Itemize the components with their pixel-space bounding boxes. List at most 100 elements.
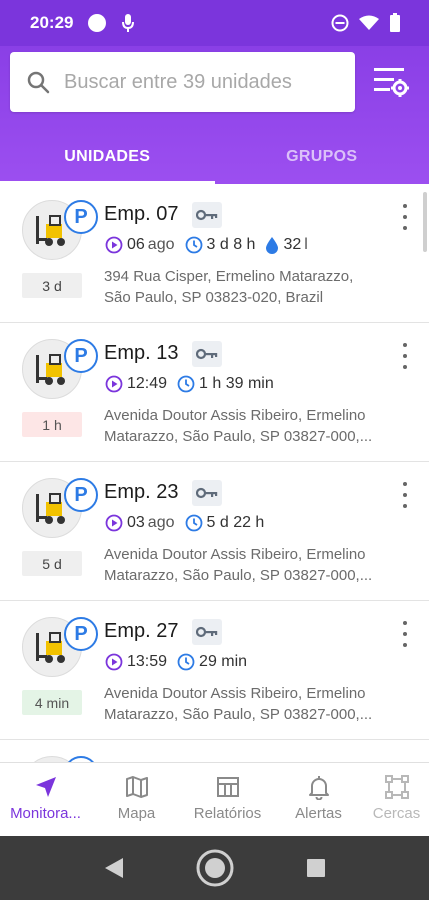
- unit-stats: 03 ago 5 d 22 h: [105, 514, 274, 532]
- clock-icon: [177, 375, 195, 393]
- duration-badge: 1 h: [22, 412, 82, 437]
- parking-badge: P: [64, 478, 98, 512]
- unit-stats: 12:49 1 h 39 min: [105, 375, 284, 393]
- duration-badge: 4 min: [22, 690, 82, 715]
- unit-name: Emp. 23: [104, 481, 179, 503]
- status-time: 20:29: [30, 13, 74, 32]
- search-input[interactable]: [64, 70, 354, 94]
- parking-badge: P: [64, 339, 98, 373]
- unit-card[interactable]: P 4 min Emp. 27 13:59 29 min Avenida Dou…: [0, 601, 429, 740]
- ignition-key-icon: [192, 480, 222, 506]
- state-duration: 5 d 22 h: [206, 514, 265, 531]
- more-options-button[interactable]: [399, 482, 411, 508]
- ignition-key-icon: [192, 202, 222, 228]
- address-line: 394 Rua Cisper, Ermelino Matarazzo,: [104, 268, 354, 285]
- search-icon: [27, 71, 50, 94]
- bottom-navigation: Monitora... Mapa Relatórios Alertas Cerc…: [0, 762, 429, 836]
- address-line: Matarazzo, São Paulo, SP 03827-000,...: [104, 428, 373, 445]
- clock-icon: [177, 653, 195, 671]
- duration-badge: 5 d: [22, 551, 82, 576]
- home-icon[interactable]: [195, 848, 235, 888]
- unit-name: Emp. 13: [104, 342, 179, 364]
- map-icon: [125, 776, 148, 798]
- unit-address: 394 Rua Cisper, Ermelino Matarazzo, São …: [104, 266, 412, 308]
- unit-address: Avenida Doutor Assis Ribeiro, Ermelino M…: [104, 405, 412, 447]
- nav-label: Monitora...: [10, 805, 81, 822]
- duration-badge: 3 d: [22, 273, 82, 298]
- nav-reports[interactable]: Relatórios: [182, 763, 273, 836]
- last-message-suffix: ago: [147, 514, 175, 531]
- bell-icon: [308, 776, 329, 800]
- recents-icon[interactable]: [305, 857, 327, 879]
- do-not-disturb-icon: [331, 14, 349, 32]
- address-line: Avenida Doutor Assis Ribeiro, Ermelino: [104, 407, 366, 424]
- list-settings-icon: [374, 68, 409, 97]
- notification-circle-icon: [88, 14, 107, 32]
- fuel-level: 32: [283, 236, 302, 253]
- unit-name: Emp. 07: [104, 203, 179, 225]
- nav-label: Mapa: [117, 805, 156, 822]
- last-message-suffix: ago: [147, 236, 175, 253]
- unit-address: Avenida Doutor Assis Ribeiro, Ermelino M…: [104, 683, 412, 725]
- battery-icon: [390, 13, 400, 32]
- state-duration: 29 min: [199, 653, 248, 670]
- nav-map[interactable]: Mapa: [91, 763, 182, 836]
- parking-badge: P: [64, 617, 98, 651]
- play-circle-icon: [105, 236, 123, 254]
- tab-grupos[interactable]: GRUPOS: [215, 130, 429, 184]
- unit-name: Emp. 27: [104, 620, 179, 642]
- play-circle-icon: [105, 653, 123, 671]
- more-options-button[interactable]: [399, 343, 411, 369]
- back-icon[interactable]: [103, 856, 125, 880]
- nav-alerts[interactable]: Alertas: [273, 763, 364, 836]
- nav-geofences[interactable]: Cercas: [364, 763, 429, 836]
- geofence-icon: [384, 775, 409, 799]
- ignition-key-icon: [192, 341, 222, 367]
- microphone-icon: [122, 14, 135, 32]
- fuel-drop-icon: [266, 237, 279, 254]
- status-bar: 20:29: [0, 0, 429, 46]
- ignition-key-icon: [192, 619, 222, 645]
- address-line: Matarazzo, São Paulo, SP 03827-000,...: [104, 567, 373, 584]
- nav-label: Relatórios: [193, 805, 262, 822]
- wifi-icon: [359, 15, 379, 30]
- last-message-time: 06: [127, 236, 145, 253]
- fuel-unit: l: [304, 236, 308, 253]
- more-options-button[interactable]: [399, 204, 411, 230]
- unit-card[interactable]: [0, 740, 429, 762]
- last-message-time: 13:59: [127, 653, 168, 670]
- unit-stats: 06 ago 3 d 8 h 32 l: [105, 236, 318, 254]
- address-line: Avenida Doutor Assis Ribeiro, Ermelino: [104, 685, 366, 702]
- system-navigation-bar: [0, 836, 429, 900]
- address-line: Avenida Doutor Assis Ribeiro, Ermelino: [104, 546, 366, 563]
- navigation-arrow-icon: [35, 777, 56, 797]
- unit-stats: 13:59 29 min: [105, 653, 257, 671]
- tab-unidades[interactable]: UNIDADES: [0, 130, 215, 184]
- unit-card[interactable]: P 3 d Emp. 07 06 ago 3 d 8 h 32 l 394 Rua …: [0, 184, 429, 323]
- last-message-time: 03: [127, 514, 145, 531]
- scrollbar[interactable]: [423, 192, 427, 252]
- nav-monitoring[interactable]: Monitora...: [0, 763, 91, 836]
- play-circle-icon: [105, 375, 123, 393]
- last-message-time: 12:49: [127, 375, 168, 392]
- state-duration: 3 d 8 h: [206, 236, 256, 253]
- units-list[interactable]: P 3 d Emp. 07 06 ago 3 d 8 h 32 l 394 Rua …: [0, 184, 429, 762]
- tab-bar: UNIDADES GRUPOS: [0, 130, 429, 184]
- state-duration: 1 h 39 min: [199, 375, 274, 392]
- unit-card[interactable]: P 5 d Emp. 23 03 ago 5 d 22 h Avenida Dou…: [0, 462, 429, 601]
- list-settings-button[interactable]: [372, 64, 412, 100]
- more-options-button[interactable]: [399, 621, 411, 647]
- address-line: São Paulo, SP 03823-020, Brazil: [104, 289, 324, 306]
- play-circle-icon: [105, 514, 123, 532]
- search-bar[interactable]: [10, 52, 355, 112]
- reports-icon: [216, 777, 239, 797]
- nav-label: Cercas: [372, 805, 421, 822]
- unit-card[interactable]: P 1 h Emp. 13 12:49 1 h 39 min Avenida D…: [0, 323, 429, 462]
- clock-icon: [185, 514, 202, 532]
- nav-label: Alertas: [295, 805, 342, 822]
- unit-address: Avenida Doutor Assis Ribeiro, Ermelino M…: [104, 544, 412, 586]
- app-header: UNIDADES GRUPOS: [0, 46, 429, 184]
- address-line: Matarazzo, São Paulo, SP 03827-000,...: [104, 706, 373, 723]
- clock-icon: [185, 236, 202, 254]
- parking-badge: P: [64, 200, 98, 234]
